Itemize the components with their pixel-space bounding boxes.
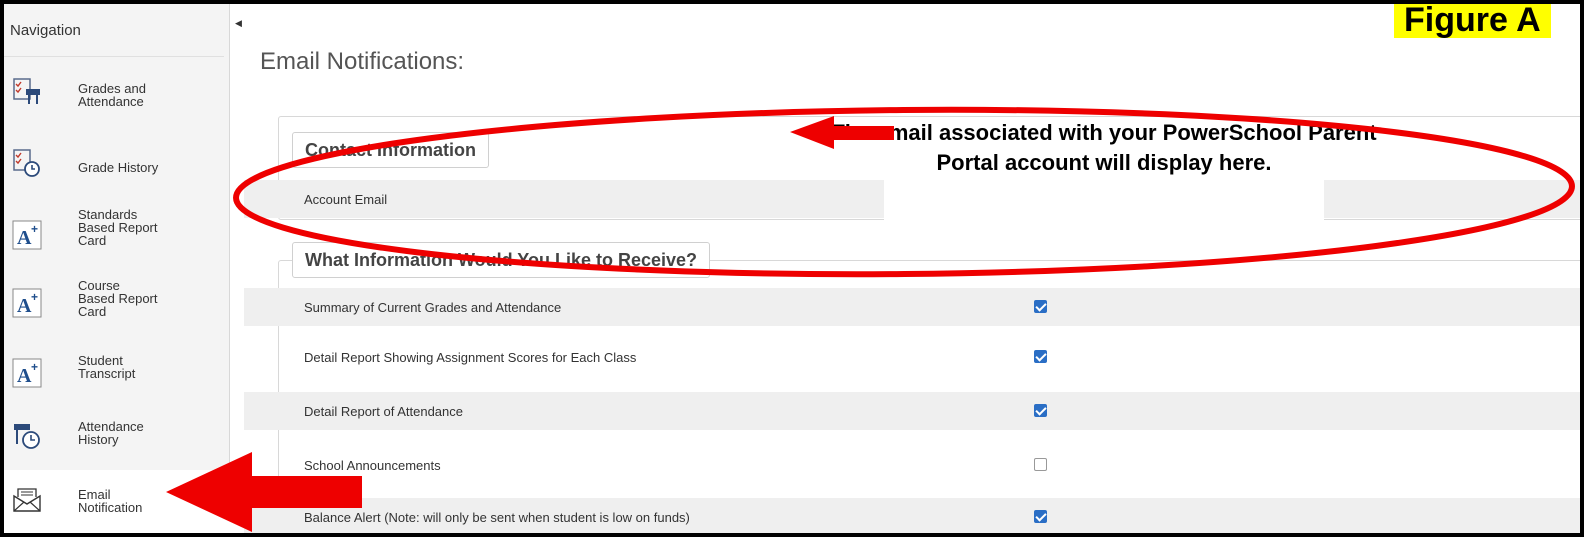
- report-card-icon: A +: [12, 288, 42, 318]
- sidebar-item-attendance-history[interactable]: Attendance History: [4, 408, 230, 464]
- navigation-title: Navigation: [10, 22, 81, 39]
- sidebar-item-grade-history[interactable]: Grade History: [4, 138, 230, 188]
- table-row: Detail Report Showing Assignment Scores …: [244, 338, 1580, 376]
- svg-text:+: +: [31, 360, 38, 374]
- option-label: Detail Report of Attendance: [304, 404, 463, 419]
- option-label: Summary of Current Grades and Attendance: [304, 300, 562, 315]
- main-content: Email Notifications: Contact Information…: [244, 4, 1580, 533]
- email-icon: [13, 488, 41, 512]
- sidebar-item-label: Attendance History: [78, 419, 144, 447]
- svg-text:A: A: [17, 227, 32, 249]
- receive-information-legend: What Information Would You Like to Recei…: [292, 242, 711, 278]
- grade-history-icon: [13, 149, 40, 177]
- sidebar-item-label: Grades and Attendance: [78, 81, 146, 109]
- contact-information-legend: Contact Information: [292, 132, 489, 168]
- attendance-report-checkbox[interactable]: [1034, 404, 1047, 417]
- svg-text:A: A: [17, 295, 32, 317]
- sidebar-item-standards-based-report-card[interactable]: A + Standards Based Report Card: [4, 200, 230, 264]
- grades-attendance-icon: [13, 78, 40, 104]
- collapse-sidebar-icon[interactable]: ◀: [235, 18, 242, 29]
- screenshot-frame: Navigation Grades and Attendance Grade H…: [0, 0, 1584, 537]
- page-title: Email Notifications:: [260, 48, 465, 75]
- table-row: Summary of Current Grades and Attendance: [244, 288, 1580, 326]
- svg-text:+: +: [31, 290, 38, 304]
- report-card-icon: A +: [12, 220, 42, 250]
- annotation-backdrop: [884, 176, 1324, 226]
- sidebar-item-student-transcript[interactable]: A + Student Transcript: [4, 344, 230, 400]
- attendance-history-icon: [14, 424, 40, 449]
- sidebar-item-label: Student Transcript: [78, 353, 136, 381]
- option-label: Balance Alert (Note: will only be sent w…: [304, 510, 690, 525]
- assignment-scores-checkbox[interactable]: [1034, 350, 1047, 363]
- navigation-divider: [4, 56, 224, 57]
- report-card-icon: A +: [12, 358, 42, 388]
- sidebar-item-label: Grade History: [78, 160, 159, 175]
- option-label: School Announcements: [304, 458, 441, 473]
- table-row: Balance Alert (Note: will only be sent w…: [244, 498, 1580, 533]
- figure-label: Figure A: [1394, 4, 1551, 39]
- table-row: School Announcements: [244, 446, 1580, 484]
- sidebar-item-label: Standards Based Report Card: [78, 207, 158, 248]
- svg-text:+: +: [31, 222, 38, 236]
- option-label: Detail Report Showing Assignment Scores …: [304, 350, 637, 365]
- sidebar-item-email-notification[interactable]: Email Notification: [4, 470, 230, 533]
- account-email-label: Account Email: [304, 192, 388, 207]
- sidebar-item-grades-and-attendance[interactable]: Grades and Attendance: [4, 64, 230, 120]
- sidebar-item-label: Course Based Report Card: [78, 278, 158, 319]
- balance-alert-checkbox[interactable]: [1034, 510, 1047, 523]
- svg-text:A: A: [17, 365, 32, 387]
- summary-grades-checkbox[interactable]: [1034, 300, 1047, 313]
- annotation-text: The email associated with your PowerScho…: [831, 120, 1377, 175]
- sidebar-item-course-based-report-card[interactable]: A + Course Based Report Card: [4, 274, 230, 338]
- table-row: Detail Report of Attendance: [244, 392, 1580, 430]
- sidebar-item-label: Email Notification: [78, 487, 143, 515]
- school-announcements-checkbox[interactable]: [1034, 458, 1047, 471]
- navigation-sidebar: Navigation Grades and Attendance Grade H…: [4, 4, 230, 533]
